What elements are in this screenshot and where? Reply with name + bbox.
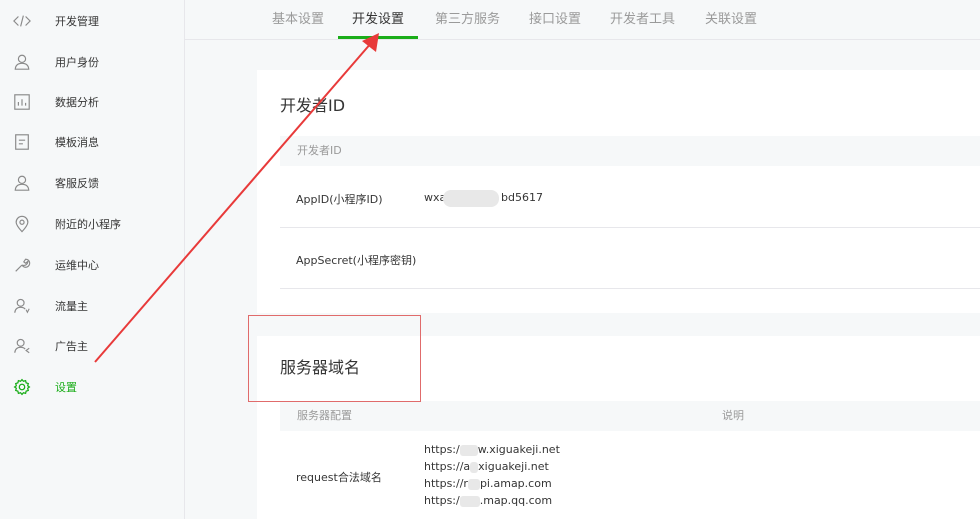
tab-interface-settings[interactable]: 接口设置 — [529, 0, 581, 40]
sidebar-item-data-analysis[interactable]: 数据分析 — [0, 82, 185, 122]
sidebar-item-label: 设置 — [55, 381, 77, 394]
request-domain-item: https:/ .map.qq.com — [424, 492, 552, 509]
domain-suffix: xiguakeji.net — [478, 460, 549, 473]
request-domain-item: https://a xiguakeji.net — [424, 458, 549, 475]
developer-id-title: 开发者ID — [280, 96, 346, 115]
sidebar-item-settings[interactable]: 设置 — [0, 367, 185, 407]
sidebar-item-label: 用户身份 — [55, 56, 99, 69]
sidebar: 开发管理 用户身份 数据分析 模板消息 客服反馈 附近的小程序 运维中心 流量主… — [0, 0, 185, 519]
domain-suffix: w.xiguakeji.net — [477, 443, 560, 456]
row-divider — [280, 227, 980, 228]
server-domain-table-header: 服务器配置 说明 — [280, 401, 980, 431]
domain-redaction — [459, 495, 480, 507]
sidebar-item-dev-management[interactable]: 开发管理 — [0, 1, 185, 41]
sidebar-item-label: 广告主 — [55, 340, 88, 353]
tab-basic-settings[interactable]: 基本设置 — [272, 0, 324, 40]
description-column-header: 说明 — [722, 409, 744, 422]
domain-redaction — [467, 478, 480, 490]
sidebar-item-template-message[interactable]: 模板消息 — [0, 122, 185, 162]
wrench-icon — [12, 255, 32, 275]
developer-id-column-header: 开发者ID — [297, 144, 342, 157]
domain-prefix: https:/ — [424, 494, 460, 507]
sidebar-item-nearby-miniprogram[interactable]: 附近的小程序 — [0, 204, 185, 244]
gear-icon — [12, 377, 32, 397]
request-domain-label: request合法域名 — [296, 471, 382, 484]
tab-developer-tools[interactable]: 开发者工具 — [610, 0, 675, 40]
sidebar-item-label: 客服反馈 — [55, 177, 99, 190]
appid-value-suffix: bd5617 — [501, 191, 543, 204]
sidebar-item-customer-feedback[interactable]: 客服反馈 — [0, 163, 185, 203]
domain-suffix: pi.amap.com — [479, 477, 552, 490]
request-domain-item: https://r pi.amap.com — [424, 475, 552, 492]
domain-prefix: https://r — [424, 477, 468, 490]
sidebar-item-label: 开发管理 — [55, 15, 99, 28]
user-icon — [12, 52, 32, 72]
tab-dev-settings[interactable]: 开发设置 — [352, 0, 404, 40]
chart-icon — [12, 92, 32, 112]
sidebar-item-label: 流量主 — [55, 300, 88, 313]
developer-id-panel: 开发者ID 开发者ID AppID(小程序ID) wxa bd5617 AppS… — [257, 70, 980, 313]
sidebar-item-label: 附近的小程序 — [55, 218, 121, 231]
sidebar-item-advertiser[interactable]: 广告主 — [0, 326, 185, 366]
developer-id-table-header: 开发者ID — [280, 136, 980, 166]
highlight-box — [248, 315, 421, 402]
appsecret-label: AppSecret(小程序密钥) — [296, 254, 417, 267]
domain-prefix: https:/ — [424, 443, 460, 456]
tab-third-party-service[interactable]: 第三方服务 — [435, 0, 500, 40]
user-flow-icon — [12, 296, 32, 316]
domain-redaction — [459, 444, 478, 456]
user-icon — [12, 173, 32, 193]
sidebar-item-label: 数据分析 — [55, 96, 99, 109]
sidebar-item-ops-center[interactable]: 运维中心 — [0, 245, 185, 285]
active-tab-indicator — [338, 36, 418, 39]
sidebar-item-label: 运维中心 — [55, 259, 99, 272]
appid-redaction — [443, 190, 499, 207]
domain-suffix: .map.qq.com — [479, 494, 553, 507]
server-config-column-header: 服务器配置 — [297, 409, 352, 422]
request-domain-item: https:/ w.xiguakeji.net — [424, 441, 560, 458]
settings-tabs: 基本设置 开发设置 第三方服务 接口设置 开发者工具 关联设置 — [185, 0, 980, 40]
appid-label: AppID(小程序ID) — [296, 193, 383, 206]
user-ad-icon — [12, 336, 32, 356]
tab-linked-settings[interactable]: 关联设置 — [705, 0, 757, 40]
document-icon — [12, 132, 32, 152]
domain-prefix: https://a — [424, 460, 471, 473]
row-divider — [280, 288, 980, 289]
location-icon — [12, 214, 32, 234]
code-icon — [12, 11, 32, 31]
sidebar-item-traffic-owner[interactable]: 流量主 — [0, 286, 185, 326]
sidebar-item-label: 模板消息 — [55, 136, 99, 149]
domain-redaction — [470, 461, 479, 473]
sidebar-item-user-identity[interactable]: 用户身份 — [0, 42, 185, 82]
